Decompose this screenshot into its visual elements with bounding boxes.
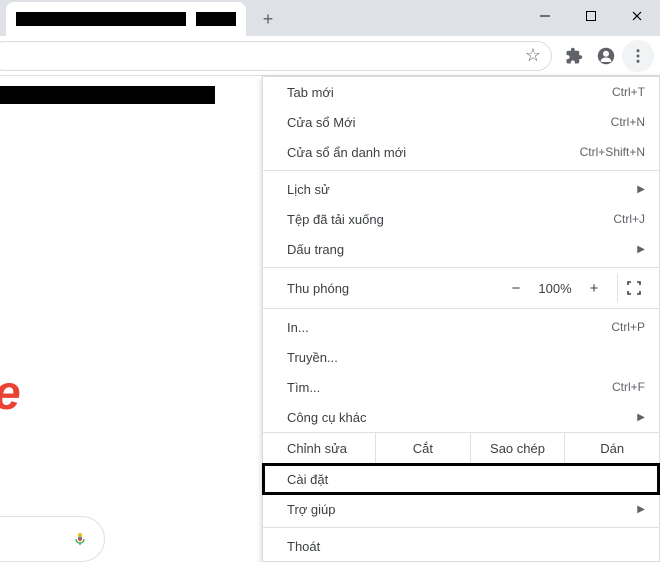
menu-label: Thu phóng: [287, 281, 501, 296]
menu-label: Cửa sổ ẩn danh mới: [287, 145, 580, 160]
menu-label: Truyền...: [287, 350, 645, 365]
menu-label: Tệp đã tải xuống: [287, 212, 613, 227]
fullscreen-button[interactable]: [617, 274, 649, 302]
fullscreen-icon: [627, 281, 641, 295]
submenu-arrow-icon: ▶: [637, 504, 645, 515]
edit-paste-button[interactable]: Dán: [564, 433, 659, 463]
menu-shortcut: Ctrl+J: [613, 212, 645, 226]
menu-item-history[interactable]: Lịch sử ▶: [263, 174, 659, 204]
bookmark-star-icon[interactable]: ☆: [525, 45, 541, 66]
menu-label: Lịch sử: [287, 182, 629, 197]
microphone-icon[interactable]: [72, 528, 88, 550]
submenu-arrow-icon: ▶: [637, 184, 645, 195]
menu-shortcut: Ctrl+T: [612, 85, 645, 99]
menu-separator: [263, 527, 659, 528]
window-titlebar: +: [0, 0, 660, 36]
menu-shortcut: Ctrl+N: [611, 115, 645, 129]
submenu-arrow-icon: ▶: [637, 244, 645, 255]
new-tab-button[interactable]: +: [254, 5, 282, 33]
menu-item-new-window[interactable]: Cửa sổ Mới Ctrl+N: [263, 107, 659, 137]
edit-cut-button[interactable]: Cắt: [375, 433, 470, 463]
menu-shortcut: Ctrl+P: [611, 320, 645, 334]
menu-item-exit[interactable]: Thoát: [263, 531, 659, 561]
window-controls: [522, 0, 660, 32]
menu-shortcut: Ctrl+Shift+N: [580, 145, 645, 159]
submenu-arrow-icon: ▶: [637, 412, 645, 423]
menu-shortcut: Ctrl+F: [612, 380, 645, 394]
browser-toolbar: ☆: [0, 36, 660, 76]
extensions-icon[interactable]: [558, 40, 590, 72]
menu-item-help[interactable]: Trợ giúp ▶: [263, 494, 659, 524]
menu-label: Tab mới: [287, 85, 612, 100]
menu-item-print[interactable]: In... Ctrl+P: [263, 312, 659, 342]
menu-label: Tìm...: [287, 380, 612, 395]
zoom-out-button[interactable]: −: [501, 280, 531, 297]
menu-item-settings[interactable]: Cài đặt: [263, 464, 659, 494]
menu-label: Cửa sổ Mới: [287, 115, 611, 130]
tab-title-redacted-2: [196, 12, 236, 26]
menu-item-incognito[interactable]: Cửa sổ ẩn danh mới Ctrl+Shift+N: [263, 137, 659, 167]
browser-tab[interactable]: [6, 2, 246, 36]
maximize-button[interactable]: [568, 0, 614, 32]
zoom-in-button[interactable]: +: [579, 280, 609, 297]
search-bar-fragment[interactable]: [0, 516, 105, 562]
menu-label: Dấu trang: [287, 242, 629, 257]
menu-item-zoom: Thu phóng − 100% +: [263, 271, 659, 305]
close-button[interactable]: [614, 0, 660, 32]
menu-label: In...: [287, 320, 611, 335]
minimize-button[interactable]: [522, 0, 568, 32]
edit-copy-button[interactable]: Sao chép: [470, 433, 565, 463]
tab-title-redacted: [16, 12, 186, 26]
menu-item-downloads[interactable]: Tệp đã tải xuống Ctrl+J: [263, 204, 659, 234]
zoom-value: 100%: [531, 281, 579, 296]
menu-label: Trợ giúp: [287, 502, 629, 517]
page-header-redacted: [0, 86, 215, 104]
menu-edit-row: Chỉnh sửa Cắt Sao chép Dán: [263, 432, 659, 464]
kebab-menu-icon[interactable]: [622, 40, 654, 72]
menu-label: Cài đặt: [287, 472, 645, 487]
menu-separator: [263, 308, 659, 309]
logo-fragment: e: [0, 366, 21, 421]
menu-label: Thoát: [287, 539, 645, 554]
menu-item-bookmarks[interactable]: Dấu trang ▶: [263, 234, 659, 264]
menu-label: Công cụ khác: [287, 410, 629, 425]
menu-item-more-tools[interactable]: Công cụ khác ▶: [263, 402, 659, 432]
menu-item-cast[interactable]: Truyền...: [263, 342, 659, 372]
menu-item-new-tab[interactable]: Tab mới Ctrl+T: [263, 77, 659, 107]
menu-label: Chỉnh sửa: [263, 441, 375, 456]
menu-separator: [263, 170, 659, 171]
chrome-main-menu: Tab mới Ctrl+T Cửa sổ Mới Ctrl+N Cửa sổ …: [262, 76, 660, 562]
address-bar[interactable]: ☆: [0, 41, 552, 71]
menu-item-find[interactable]: Tìm... Ctrl+F: [263, 372, 659, 402]
menu-separator: [263, 267, 659, 268]
profile-avatar-icon[interactable]: [590, 40, 622, 72]
